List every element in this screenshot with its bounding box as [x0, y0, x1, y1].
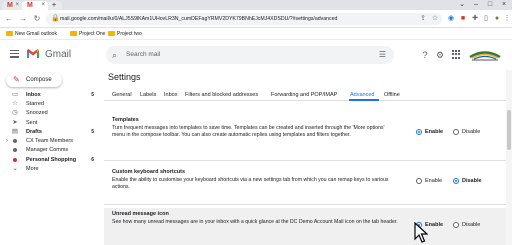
sidebar-item-inbox[interactable]: ▭ Inbox 5 — [0, 91, 100, 99]
gmail-wordmark: Gmail — [45, 49, 72, 60]
mouse-cursor-icon — [414, 222, 428, 243]
bookmark-item[interactable]: Project One — [70, 30, 105, 38]
clock-icon: ◷ — [12, 109, 18, 116]
sidebar-item-personal-shopping[interactable]: Personal Shopping 6 — [0, 156, 100, 164]
compose-label: Compose — [26, 77, 52, 83]
label-color-dot — [13, 148, 17, 152]
draft-icon: ▤ — [11, 128, 19, 135]
folder-icon — [6, 31, 13, 37]
setting-title-keyboard-shortcuts: Custom keyboard shortcuts — [112, 169, 186, 175]
plus-icon: + — [52, 2, 57, 9]
radio-checked[interactable] — [453, 178, 459, 184]
search-input[interactable]: Search mail — [126, 51, 160, 59]
settings-gear-icon[interactable]: ⚙ — [434, 49, 446, 61]
sidebar-item-starred[interactable]: ☆ Starred — [0, 100, 100, 108]
browser-tab[interactable]: M × — [2, 1, 22, 10]
tab-search-icon[interactable]: ⌄ — [455, 0, 469, 10]
pencil-icon: ✎ — [13, 75, 20, 84]
sidebar: ✎ Compose ▭ Inbox 5 ☆ Starred ◷ Snoozed … — [0, 70, 104, 245]
back-icon[interactable]: ← — [4, 14, 14, 24]
browser-tab-active[interactable]: M × — [22, 1, 48, 10]
active-tab-indicator — [349, 99, 379, 101]
settings-panel: Settings General Labels Inbox Filters an… — [104, 70, 512, 245]
setting-desc-keyboard-shortcuts: Enable the ability to customise your key… — [112, 177, 389, 190]
divider — [104, 204, 508, 205]
address-bar-url: mail.google.com/mail/u/0/ALJ5S9lKAm1UHov… — [60, 16, 338, 22]
extensions-puzzle-icon[interactable]: ✚ — [470, 14, 480, 24]
extension-red-icon[interactable]: ■ — [458, 14, 468, 24]
bookmark-item[interactable]: New Gmail outlook — [6, 30, 57, 38]
chevron-down-icon: ⌄ — [12, 165, 18, 172]
gmail-favicon: M — [7, 2, 13, 9]
new-tab-button[interactable]: + — [48, 1, 62, 10]
sidebar-item-manager-comms[interactable]: Manager Comms — [0, 146, 100, 154]
maximize-icon[interactable]: □ — [483, 0, 497, 10]
help-icon[interactable]: ? — [419, 49, 431, 61]
gmail-favicon: M — [27, 2, 33, 9]
sidebar-item-cx-team-members[interactable]: › CX Team Members — [0, 137, 100, 145]
search-bar[interactable]: ⌕ Search mail ☰ — [106, 46, 394, 64]
browser-toolbar: ← → ↻ 🔒 mail.google.com/mail/u/0/ALJ5S9l… — [0, 10, 512, 28]
bookmark-item[interactable]: Project two — [108, 30, 142, 38]
browser-menu-icon[interactable]: ⋮ — [502, 14, 512, 24]
tab-advanced[interactable]: Advanced — [350, 91, 374, 99]
google-apps-icon[interactable] — [452, 50, 461, 59]
extension-icon[interactable]: ◉ — [446, 14, 456, 24]
sidebar-item-sent[interactable]: ➤ Sent — [0, 119, 100, 127]
radio-unchecked[interactable] — [453, 129, 459, 135]
scrollbar-thumb[interactable] — [507, 110, 511, 150]
sidebar-item-snoozed[interactable]: ◷ Snoozed — [0, 109, 100, 117]
address-bar[interactable]: 🔒 mail.google.com/mail/u/0/ALJ5S9lKAm1UH… — [46, 13, 442, 25]
send-icon: ➤ — [12, 119, 18, 126]
minimize-icon[interactable]: – — [469, 0, 483, 10]
search-options-icon[interactable]: ☰ — [379, 50, 386, 60]
tab-forwarding[interactable]: Forwarding and POP/IMAP — [271, 91, 337, 99]
page-title: Settings — [108, 72, 141, 82]
close-tab-icon[interactable]: × — [41, 2, 45, 9]
setting-desc-templates: Turn frequent messages into templates to… — [112, 125, 385, 138]
label-color-dot — [13, 139, 17, 143]
settings-tabs: General Labels Inbox Filters and blocked… — [104, 89, 508, 101]
gmail-logo-icon — [27, 49, 39, 58]
tab-labels[interactable]: Labels — [140, 91, 156, 99]
setting-desc-unread-icon: See how many unread messages are in your… — [112, 219, 398, 225]
bookmarks-bar: New Gmail outlook Project One Project tw… — [0, 28, 512, 40]
compose-button[interactable]: ✎ Compose — [6, 73, 62, 87]
lock-icon: 🔒 — [51, 15, 60, 22]
reload-icon[interactable]: ↻ — [32, 14, 42, 24]
sidebar-item-more[interactable]: ⌄ More — [0, 165, 100, 173]
forward-icon[interactable]: → — [18, 14, 28, 24]
bookmark-star-icon[interactable]: ☆ — [430, 14, 440, 24]
search-icon[interactable]: ⌕ — [112, 50, 117, 60]
close-tab-icon[interactable]: × — [15, 2, 19, 9]
tab-general[interactable]: General — [112, 91, 132, 99]
radio-unchecked[interactable] — [416, 178, 422, 184]
profile-avatar[interactable]: ● — [492, 14, 502, 24]
side-panel-icon[interactable]: ▯ — [481, 14, 491, 24]
main-menu-icon[interactable] — [10, 50, 19, 58]
tab-offline[interactable]: Offline — [384, 91, 400, 99]
tab-inbox[interactable]: Inbox — [164, 91, 177, 99]
radio-unchecked[interactable] — [453, 222, 459, 228]
window-close-icon[interactable]: × — [497, 0, 511, 10]
sidebar-item-drafts[interactable]: ▤ Drafts 5 — [0, 128, 100, 136]
setting-title-templates: Templates — [112, 117, 139, 123]
page-scrollbar[interactable] — [506, 70, 512, 245]
share-icon[interactable]: ⇪ — [418, 14, 428, 24]
account-brand-logo[interactable] — [466, 47, 504, 62]
divider — [104, 160, 508, 161]
folder-icon — [108, 31, 115, 37]
gmail-header: Gmail ⌕ Search mail ☰ ? ⚙ — [0, 40, 512, 70]
label-color-dot — [13, 158, 17, 162]
expand-arrow-icon[interactable]: › — [3, 137, 11, 145]
star-icon: ☆ — [12, 100, 18, 107]
folder-icon — [70, 31, 77, 37]
setting-title-unread-icon: Unread message icon — [112, 211, 169, 217]
radio-checked[interactable] — [416, 129, 422, 135]
tab-filters[interactable]: Filters and blocked addresses — [185, 91, 258, 99]
inbox-icon: ▭ — [11, 91, 19, 98]
browser-tabstrip: M × M × + ⌄ – □ × — [0, 0, 512, 10]
